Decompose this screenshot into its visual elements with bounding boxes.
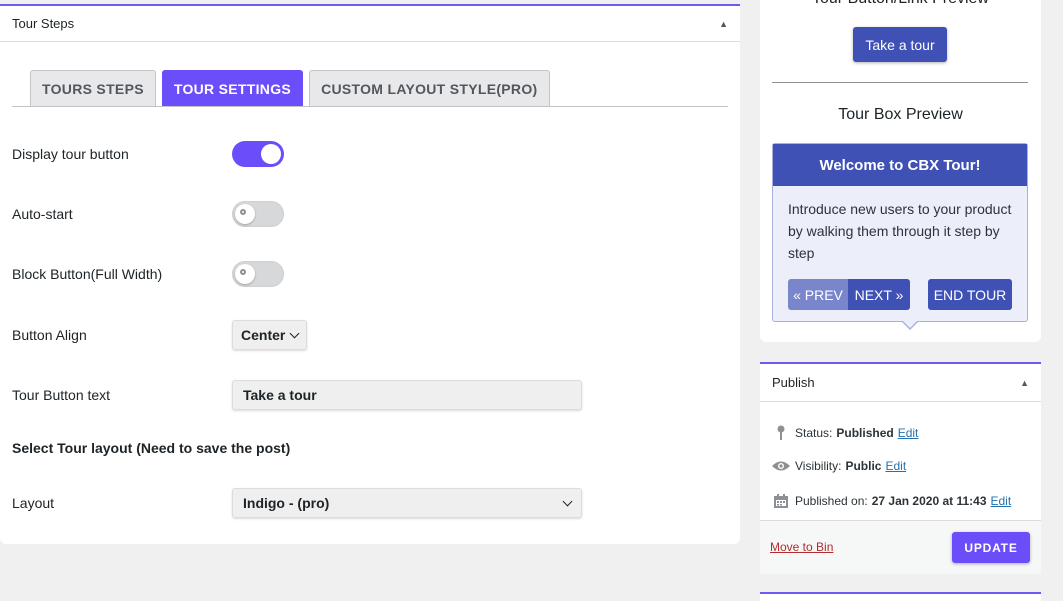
- visibility-row: Visibility: Public Edit: [770, 459, 906, 473]
- block-button-row: Block Button(Full Width): [12, 261, 284, 287]
- published-on-edit-link[interactable]: Edit: [991, 494, 1012, 508]
- tour-button-text-label: Tour Button text: [12, 387, 111, 403]
- auto-start-row: Auto-start: [12, 201, 284, 227]
- visibility-value: Public: [845, 459, 882, 473]
- tour-steps-title: Tour Steps: [12, 16, 75, 31]
- tour-box-pointer: [901, 320, 919, 330]
- tab-tour-settings[interactable]: TOUR SETTINGS: [161, 70, 304, 106]
- tour-box-nav: « PREV NEXT » END TOUR: [788, 279, 1012, 310]
- publish-actions: Move to Bin UPDATE: [760, 520, 1041, 574]
- next-button[interactable]: NEXT »: [848, 279, 910, 310]
- status-row: Status: Published Edit: [770, 425, 918, 441]
- published-on-row: Published on: 27 Jan 2020 at 11:43 Edit: [770, 493, 1011, 509]
- tab-tours-steps[interactable]: TOURS STEPS: [30, 70, 156, 106]
- tour-box-preview-heading: Tour Box Preview: [838, 106, 963, 123]
- tour-button-text-input[interactable]: Take a tour: [232, 380, 582, 410]
- layout-heading: Select Tour layout (Need to save the pos…: [12, 440, 291, 456]
- layout-heading-row: Select Tour layout (Need to save the pos…: [12, 440, 412, 456]
- button-align-label: Button Align: [12, 327, 87, 343]
- next-panel-edge: [760, 592, 1041, 601]
- published-on-value: 27 Jan 2020 at 11:43: [871, 494, 987, 508]
- chevron-down-icon: [562, 496, 573, 506]
- block-button-toggle[interactable]: [232, 261, 284, 287]
- auto-start-toggle[interactable]: [232, 201, 284, 227]
- prev-button[interactable]: « PREV: [788, 279, 848, 310]
- auto-start-label: Auto-start: [12, 206, 73, 222]
- publish-title: Publish: [772, 375, 815, 390]
- toggle-knob: [235, 204, 255, 224]
- end-tour-button[interactable]: END TOUR: [928, 279, 1012, 310]
- button-link-preview-heading: Tour Button/Link Preview: [760, 0, 1041, 8]
- update-button[interactable]: UPDATE: [952, 532, 1030, 563]
- tour-preview-panel: Tour Button/Link Preview Take a tour Tou…: [760, 0, 1041, 342]
- status-label: Status:: [795, 426, 833, 440]
- calendar-icon: [770, 493, 792, 509]
- toggle-knob: [235, 264, 255, 284]
- tour-box-title: Welcome to CBX Tour!: [773, 144, 1027, 186]
- chevron-down-icon: [289, 328, 300, 338]
- settings-tabs: TOURS STEPS TOUR SETTINGS CUSTOM LAYOUT …: [12, 70, 728, 107]
- tour-steps-header[interactable]: Tour Steps ▲: [0, 6, 740, 42]
- layout-value: Indigo - (pro): [243, 495, 330, 511]
- publish-header[interactable]: Publish ▲: [760, 364, 1041, 402]
- button-align-value: Center: [241, 327, 286, 343]
- tour-box-preview: Welcome to CBX Tour! Introduce new users…: [772, 143, 1028, 330]
- take-a-tour-button[interactable]: Take a tour: [853, 27, 947, 62]
- move-to-bin-link[interactable]: Move to Bin: [770, 540, 833, 554]
- pin-icon: [770, 425, 792, 441]
- publish-panel: Publish ▲ Status: Published Edit Visibil…: [760, 362, 1041, 574]
- display-tour-button-label: Display tour button: [12, 146, 129, 162]
- layout-row: Layout Indigo - (pro): [12, 488, 582, 518]
- status-value: Published: [836, 426, 894, 440]
- eye-icon: [770, 460, 792, 472]
- tour-button-text-row: Tour Button text Take a tour: [12, 380, 582, 410]
- visibility-label: Visibility:: [795, 459, 842, 473]
- button-align-select[interactable]: Center: [232, 320, 308, 350]
- display-tour-button-row: Display tour button: [12, 141, 284, 167]
- block-button-label: Block Button(Full Width): [12, 266, 163, 282]
- layout-select[interactable]: Indigo - (pro): [232, 488, 582, 518]
- triangle-up-icon[interactable]: ▲: [1020, 378, 1029, 388]
- tab-custom-layout-style[interactable]: CUSTOM LAYOUT STYLE(PRO): [309, 70, 550, 106]
- button-align-row: Button Align Center: [12, 320, 308, 350]
- visibility-edit-link[interactable]: Edit: [885, 459, 906, 473]
- published-on-label: Published on:: [795, 494, 868, 508]
- tour-steps-panel: Tour Steps ▲ TOURS STEPS TOUR SETTINGS C…: [0, 4, 740, 544]
- preview-divider: [772, 82, 1028, 83]
- triangle-up-icon[interactable]: ▲: [719, 19, 728, 29]
- toggle-knob: [261, 144, 281, 164]
- layout-label: Layout: [12, 495, 55, 511]
- status-edit-link[interactable]: Edit: [898, 426, 919, 440]
- display-tour-button-toggle[interactable]: [232, 141, 284, 167]
- tour-box-body: Introduce new users to your product by w…: [788, 201, 1012, 261]
